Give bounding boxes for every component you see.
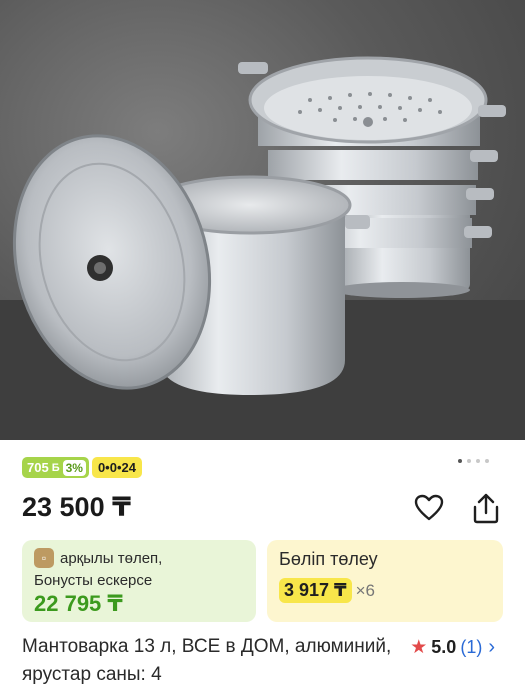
carousel-dot[interactable]	[476, 459, 480, 463]
promo-badges: 705 Б 3% 0•0•24	[22, 457, 142, 478]
bonus-percent: 3%	[62, 459, 86, 476]
heart-icon	[414, 494, 444, 521]
share-button[interactable]	[471, 492, 501, 524]
carousel-dot[interactable]	[467, 459, 471, 463]
share-icon	[473, 493, 499, 524]
carousel-dot[interactable]	[458, 459, 462, 463]
product-photo	[0, 56, 525, 440]
bag-icon: ▫	[34, 548, 54, 568]
rating-value: 5.0	[431, 637, 457, 657]
bonus-currency-icon: Б	[51, 461, 60, 474]
rating-summary[interactable]: ★ 5.0 (1) ›	[410, 636, 495, 659]
chevron-right-icon: ›	[488, 636, 495, 658]
carousel-dots	[458, 459, 489, 463]
bonus-amount: 705	[27, 460, 49, 475]
favorite-button[interactable]	[414, 494, 444, 522]
product-price: 23 500 ₸	[22, 492, 131, 522]
bonus-label: Бонусты ескерсе	[34, 572, 153, 589]
installment-badge[interactable]: 0•0•24	[91, 457, 142, 478]
product-image[interactable]	[0, 0, 525, 440]
bonus-price-card[interactable]: ▫ арқылы төлеп, Бонусты ескерсе 22 795 ₸	[22, 540, 256, 622]
installment-card[interactable]: Бөліп төлеу 3 917 ₸ ×6	[267, 540, 503, 622]
bonus-badge[interactable]: 705 Б 3%	[22, 457, 89, 478]
installment-amount: 3 917 ₸	[279, 578, 352, 603]
star-icon: ★	[410, 637, 428, 658]
installment-multiplier: ×6	[355, 580, 375, 600]
bonus-price: 22 795 ₸	[34, 591, 123, 616]
review-count[interactable]: (1)	[460, 637, 482, 658]
carousel-dot[interactable]	[485, 459, 489, 463]
product-title: Мантоварка 13 л, ВСЕ в ДОМ, алюминий, яр…	[22, 636, 392, 685]
installment-title: Бөліп төлеу	[279, 549, 378, 569]
pay-label: арқылы төлеп,	[60, 549, 163, 567]
